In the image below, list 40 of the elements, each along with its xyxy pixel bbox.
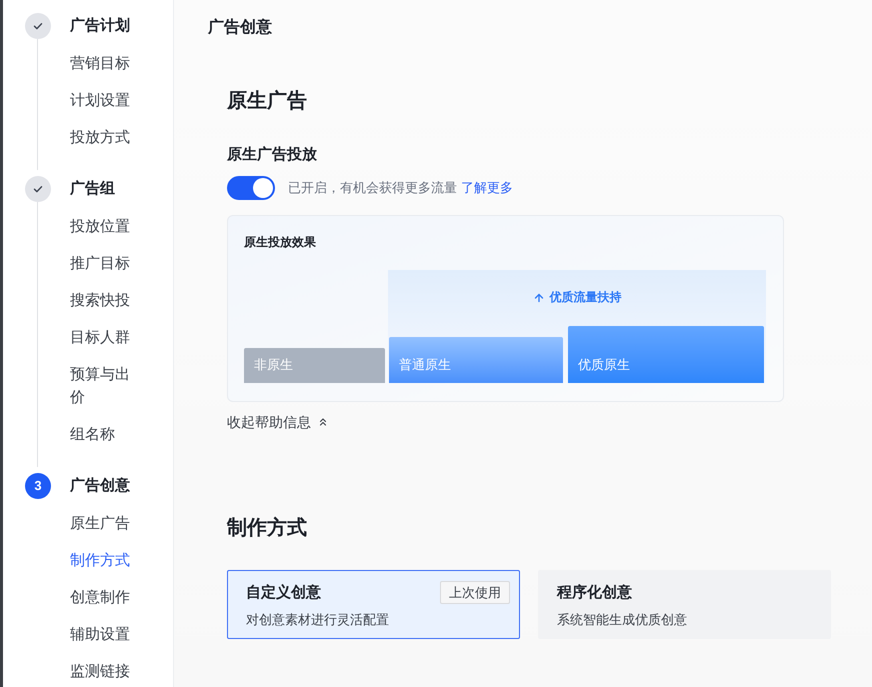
bar-label: 非原生 xyxy=(254,356,293,374)
field-label: 原生广告投放 xyxy=(227,145,317,165)
card-description: 系统智能生成优质创意 xyxy=(557,611,687,629)
collapse-help-button[interactable]: 收起帮助信息 xyxy=(227,412,329,432)
section-title: 制作方式 xyxy=(227,516,307,541)
nav-item[interactable]: 监测链接 xyxy=(70,660,132,683)
last-used-tag: 上次使用 xyxy=(440,581,510,604)
option-card[interactable]: 程序化创意 系统智能生成优质创意 xyxy=(538,570,831,639)
chevrons-up-icon xyxy=(317,416,329,428)
learn-more-link[interactable]: 了解更多 xyxy=(461,179,513,197)
panel-title: 原生投放效果 xyxy=(244,234,316,251)
section-title: 原生广告 xyxy=(227,88,307,114)
bar-label: 普通原生 xyxy=(399,356,451,374)
arrow-up-icon xyxy=(532,292,544,304)
nav-item[interactable]: 搜索快投 xyxy=(70,289,132,312)
nav-item[interactable]: 创意制作 xyxy=(70,586,132,609)
toggle-status-text: 已开启，有机会获得更多流量 xyxy=(288,179,457,197)
step-number: 3 xyxy=(25,473,51,499)
card-title: 程序化创意 xyxy=(557,583,632,603)
nav-item[interactable]: 计划设置 xyxy=(70,89,132,112)
card-description: 对创意素材进行灵活配置 xyxy=(246,611,389,629)
nav-item[interactable]: 组名称 xyxy=(70,423,132,446)
toggle-switch[interactable] xyxy=(227,176,275,200)
band-label: 优质流量扶持 xyxy=(550,289,622,306)
nav-item[interactable]: 营销目标 xyxy=(70,52,132,75)
nav-item[interactable]: 辅助设置 xyxy=(70,623,132,646)
nav-item[interactable]: 投放方式 xyxy=(70,126,132,149)
step-title: 广告创意 xyxy=(70,476,130,496)
step-title: 广告计划 xyxy=(70,16,130,36)
nav-item[interactable]: 预算与出价 xyxy=(70,363,132,409)
card-title: 自定义创意 xyxy=(246,583,321,603)
nav-item[interactable]: 推广目标 xyxy=(70,252,132,275)
option-card[interactable]: 自定义创意 上次使用 对创意素材进行灵活配置 xyxy=(227,570,520,639)
bar-label: 优质原生 xyxy=(578,356,630,374)
step-title: 广告组 xyxy=(70,179,115,199)
page-title: 广告创意 xyxy=(208,17,272,38)
nav-item[interactable]: 制作方式 xyxy=(70,549,132,572)
nav-item[interactable]: 投放位置 xyxy=(70,215,132,238)
nav-item[interactable]: 原生广告 xyxy=(70,512,132,535)
nav-item[interactable]: 目标人群 xyxy=(70,326,132,349)
